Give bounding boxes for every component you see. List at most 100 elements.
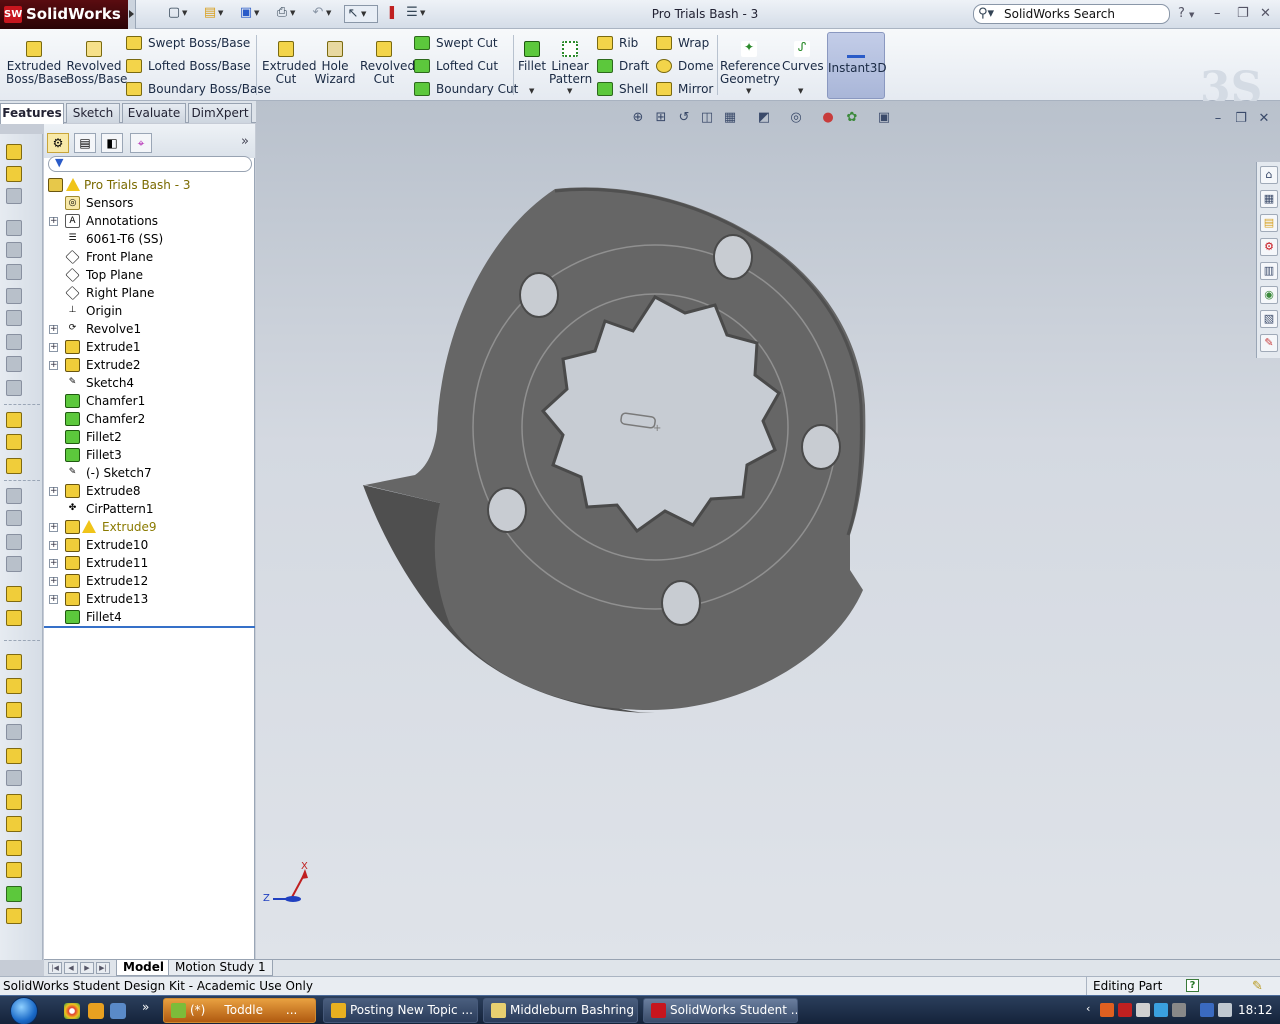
open-document-button[interactable]: ▤ ▼ xyxy=(202,5,228,23)
property-manager-tab-icon[interactable]: ▤ xyxy=(74,133,96,153)
tab-features[interactable]: Features xyxy=(0,103,64,124)
zoom-to-fit-icon[interactable]: ⊕ xyxy=(630,110,646,126)
tree-item-fillet4[interactable]: Fillet4 xyxy=(44,608,255,626)
chamfer-tool-icon[interactable] xyxy=(6,886,22,902)
resources-icon[interactable]: ▦ xyxy=(1260,190,1278,208)
curves-dropdown-arrow[interactable]: ▼ xyxy=(798,87,803,95)
lofted-cut-button[interactable]: Lofted Cut xyxy=(414,56,498,76)
surface-tool-icon[interactable] xyxy=(6,770,22,786)
reference-plane-tool-icon[interactable] xyxy=(6,678,22,694)
tree-item-fillet2[interactable]: Fillet2 xyxy=(44,428,255,446)
tab-model[interactable]: Model xyxy=(116,960,172,976)
combine-tool-icon[interactable] xyxy=(6,610,22,626)
fillet-dropdown-arrow[interactable]: ▼ xyxy=(529,87,534,95)
swept-boss-button[interactable]: Swept Boss/Base xyxy=(126,33,250,53)
dimxpert-manager-tab-icon[interactable]: ⌖ xyxy=(130,133,152,153)
linear-pattern-dropdown-arrow[interactable]: ▼ xyxy=(567,87,572,95)
tray-solidworks-icon[interactable] xyxy=(1118,1003,1132,1017)
tree-item-extrude12[interactable]: + Extrude12 xyxy=(44,572,255,590)
hide-show-items-icon[interactable]: ◎ xyxy=(788,110,804,126)
intersect-tool-icon[interactable] xyxy=(6,724,22,740)
swept-boss-tool-icon[interactable] xyxy=(6,188,22,204)
freeform-tool-icon[interactable] xyxy=(6,556,22,572)
boundary-boss-tool-icon[interactable] xyxy=(6,242,22,258)
tree-item-extrude13[interactable]: + Extrude13 xyxy=(44,590,255,608)
view-settings-icon[interactable]: ▣ xyxy=(876,110,892,126)
tree-item-sensors[interactable]: ◎ Sensors xyxy=(44,194,255,212)
tray-app-icon[interactable] xyxy=(1154,1003,1168,1017)
tray-app-icon[interactable] xyxy=(1172,1003,1186,1017)
tree-item-6061-t6-ss[interactable]: ☰ 6061-T6 (SS) xyxy=(44,230,255,248)
instant3d-button[interactable]: Instant3D xyxy=(827,32,887,99)
view-palette-icon[interactable]: ▥ xyxy=(1260,262,1278,280)
tree-item-top-plane[interactable]: Top Plane xyxy=(44,266,255,284)
extruded-boss-button[interactable]: Extruded Boss/Base xyxy=(6,41,67,86)
pattern-tool-icon[interactable] xyxy=(6,458,22,474)
taskbar-item[interactable]: SolidWorks Student ... xyxy=(643,998,798,1023)
taskbar-item[interactable]: Posting New Topic ... xyxy=(323,998,478,1023)
clock[interactable]: 18:12 xyxy=(1238,1003,1273,1017)
expand-icon[interactable]: + xyxy=(49,325,58,334)
hole-wizard-button[interactable]: Hole Wizard xyxy=(313,41,357,86)
minimize-button[interactable]: – xyxy=(1214,6,1221,21)
wrap-button[interactable]: Wrap xyxy=(656,33,709,53)
tray-app-icon[interactable] xyxy=(1100,1003,1114,1017)
fillet-button[interactable]: Fillet xyxy=(517,41,547,73)
section-view-icon[interactable]: ◫ xyxy=(699,110,715,126)
extruded-cut-tool-icon[interactable] xyxy=(6,412,22,428)
scale-tool-icon[interactable] xyxy=(6,586,22,602)
tab-sketch[interactable]: Sketch xyxy=(66,103,120,123)
document-recovery-icon[interactable]: ✎ xyxy=(1260,334,1278,352)
expand-icon[interactable]: + xyxy=(49,595,58,604)
tree-item-origin[interactable]: ⊥ Origin xyxy=(44,302,255,320)
wrap-tool-icon[interactable] xyxy=(6,748,22,764)
expand-panel-icon[interactable]: » xyxy=(241,134,249,149)
edit-appearance-icon[interactable]: ● xyxy=(820,110,836,126)
extruded-cut-button[interactable]: Extruded Cut xyxy=(262,41,317,86)
tree-item-sketch4[interactable]: ✎ Sketch4 xyxy=(44,374,255,392)
reference-geometry-dropdown-arrow[interactable]: ▼ xyxy=(746,87,751,95)
tree-item-extrude11[interactable]: + Extrude11 xyxy=(44,554,255,572)
delete-face-tool-icon[interactable] xyxy=(6,534,22,550)
shape-tool-icon[interactable] xyxy=(6,356,22,372)
lofted-boss-tool-icon[interactable] xyxy=(6,220,22,236)
prev-tab-arrow-icon[interactable]: ◀ xyxy=(64,962,78,974)
file-explorer-icon[interactable]: ▤ xyxy=(1260,214,1278,232)
fillet-tool-icon[interactable] xyxy=(6,794,22,810)
home-icon[interactable]: ⌂ xyxy=(1260,166,1278,184)
tray-app-icon[interactable] xyxy=(1136,1003,1150,1017)
help-button[interactable]: ? ▼ xyxy=(1178,6,1194,21)
expand-icon[interactable]: + xyxy=(49,487,58,496)
extruded-boss-tool-icon[interactable] xyxy=(6,144,22,160)
swept-cut-tool-icon[interactable] xyxy=(6,264,22,280)
new-document-button[interactable]: ▢ ▼ xyxy=(166,5,192,23)
axis-tool-icon[interactable] xyxy=(6,816,22,832)
display-style-icon[interactable]: ◩ xyxy=(756,110,772,126)
reference-geometry-tool-icon[interactable] xyxy=(6,908,22,924)
move-face-tool-icon[interactable] xyxy=(6,510,22,526)
viewport-close-icon[interactable]: ✕ xyxy=(1256,111,1272,127)
boundary-cut-tool-icon[interactable] xyxy=(6,310,22,326)
expand-icon[interactable]: + xyxy=(49,343,58,352)
menu-flyout-arrow[interactable] xyxy=(128,0,136,29)
expand-icon[interactable]: + xyxy=(49,577,58,586)
options-button[interactable]: ☰ ▼ xyxy=(404,5,430,23)
rib-button[interactable]: Rib xyxy=(597,33,638,53)
curves-button[interactable]: ᔑ Curves xyxy=(782,41,824,73)
undo-button[interactable]: ↶ ▼ xyxy=(310,5,336,23)
tree-item-revolve1[interactable]: + ⟳ Revolve1 xyxy=(44,320,255,338)
tree-item-chamfer2[interactable]: Chamfer2 xyxy=(44,410,255,428)
taskbar-item[interactable]: Middleburn Bashring xyxy=(483,998,638,1023)
mold-tool-icon[interactable] xyxy=(6,840,22,856)
custom-properties-icon[interactable]: ▧ xyxy=(1260,310,1278,328)
rollback-bar[interactable] xyxy=(44,626,255,628)
tree-item-extrude2[interactable]: + Extrude2 xyxy=(44,356,255,374)
taskbar-item[interactable]: (*) Toddle ... xyxy=(163,998,316,1023)
feature-tree-tab-icon[interactable]: ⚙ xyxy=(47,133,69,153)
select-button[interactable]: ↖ ▼ xyxy=(344,5,378,23)
linear-pattern-button[interactable]: Linear Pattern xyxy=(549,41,592,86)
tab-motion-study-1[interactable]: Motion Study 1 xyxy=(168,960,273,976)
graphics-area[interactable]: ⊕ ⊞ ↺ ◫ ▦ ◩ ◎ ● ✿ ▣ – ❐ ✕ + X Z xyxy=(256,101,1280,959)
expand-icon[interactable]: + xyxy=(49,541,58,550)
previous-view-icon[interactable]: ↺ xyxy=(676,110,692,126)
